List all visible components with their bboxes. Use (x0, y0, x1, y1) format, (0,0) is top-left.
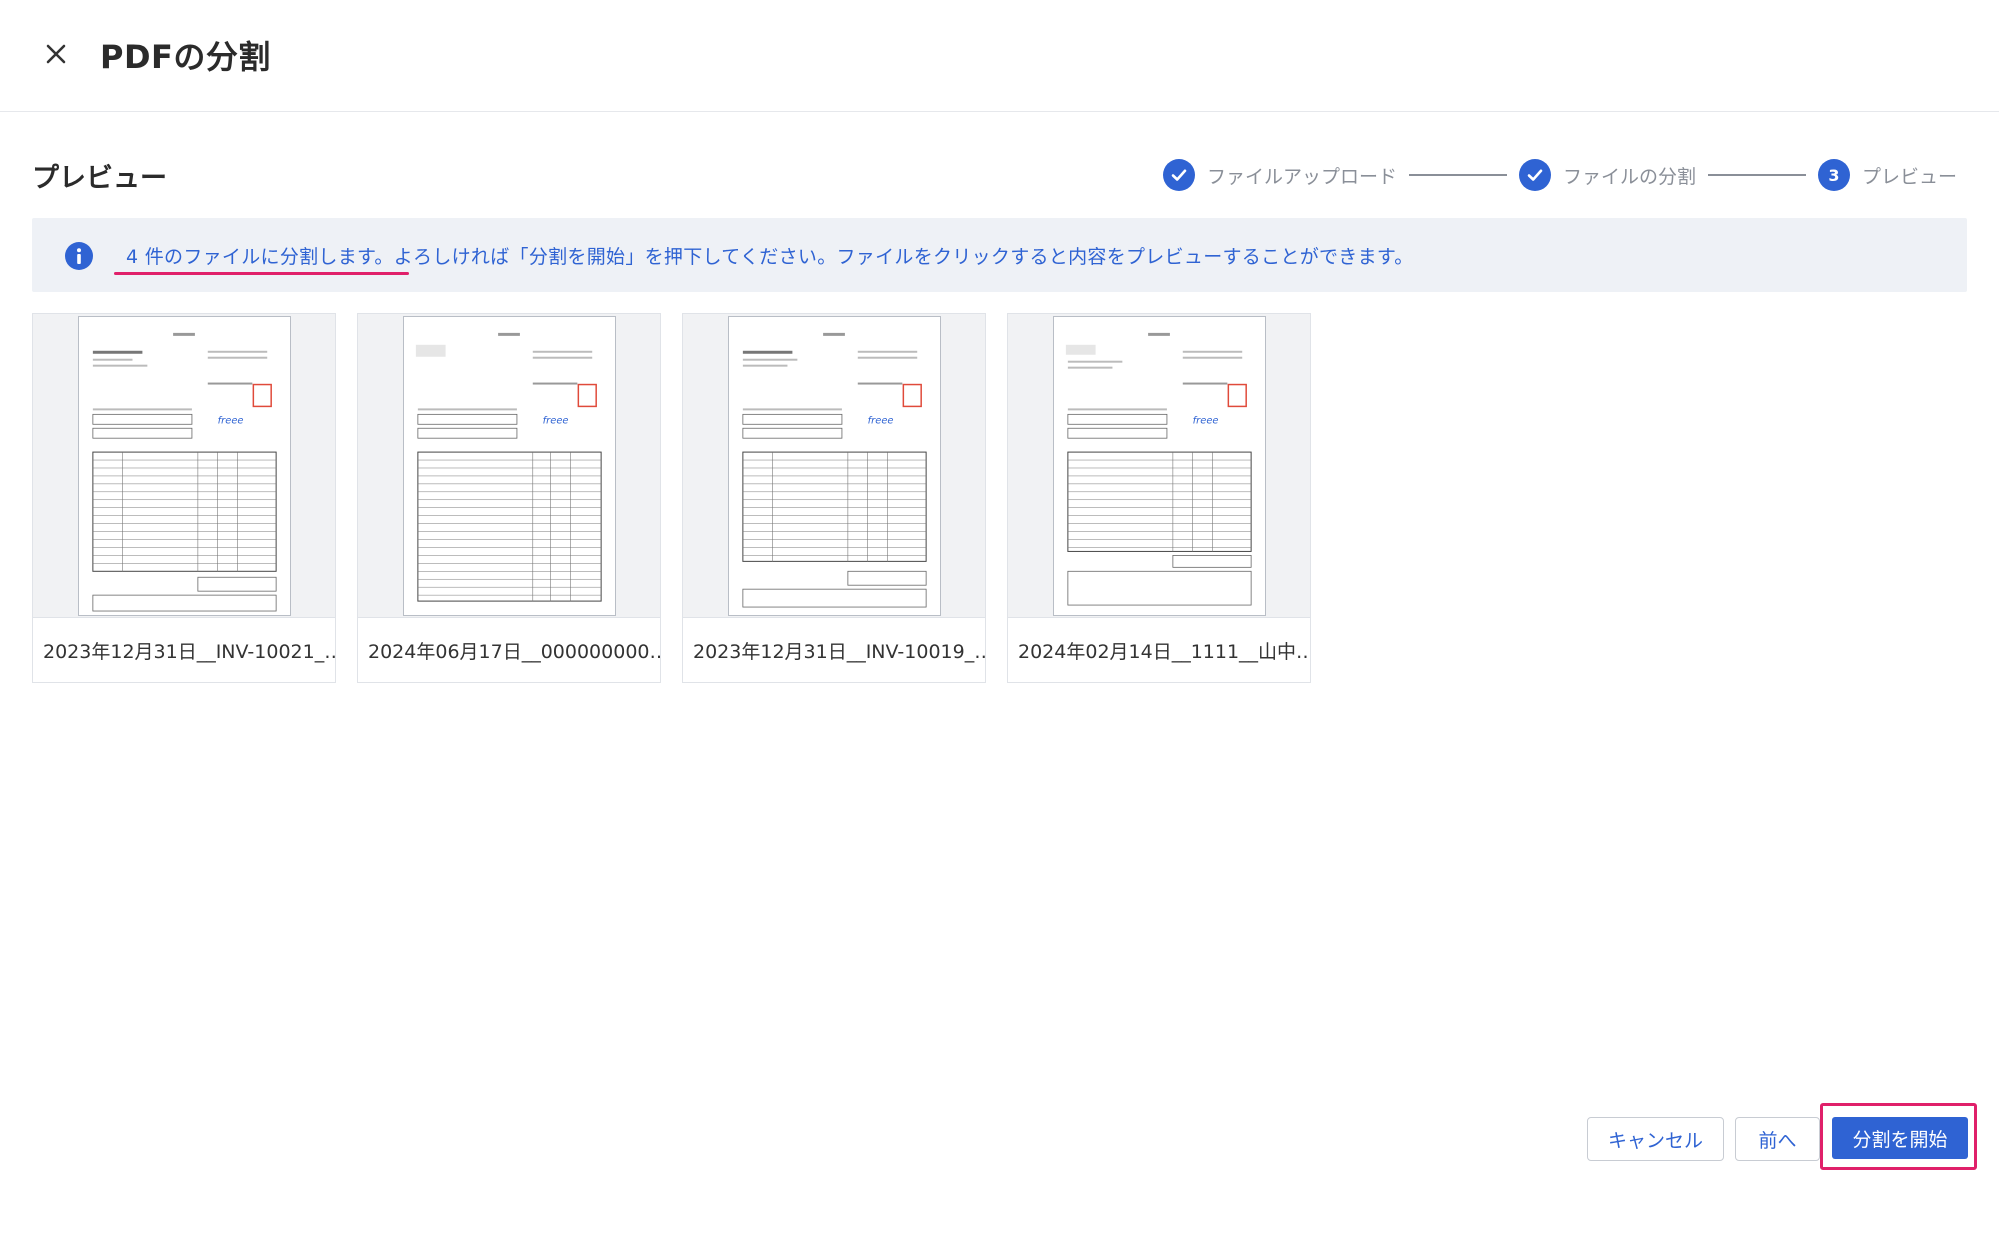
start-button-highlight: 分割を開始 (1820, 1103, 1977, 1170)
invoice-thumbnail-icon: freee (1053, 316, 1266, 616)
file-name[interactable]: 2023年12月31日__INV-10019_… (683, 618, 985, 682)
section-title: プレビュー (32, 163, 167, 194)
step-label: ファイルアップロード (1206, 165, 1397, 188)
step-label: ファイルの分割 (1562, 165, 1696, 188)
svg-text:freee: freee (1193, 415, 1219, 426)
file-thumbnail[interactable]: freee (358, 314, 660, 618)
file-card[interactable]: freee 2024年06月17日__000000000… (357, 313, 661, 683)
check-icon (1162, 159, 1195, 191)
file-thumbnail[interactable]: freee (683, 314, 985, 618)
page-title: PDFの分割 (100, 38, 271, 76)
file-card[interactable]: freee 2024年02月14日__1111__山中… (1007, 313, 1311, 683)
invoice-thumbnail-icon: freee (728, 316, 941, 616)
step-file-split: ファイルの分割 (1518, 159, 1696, 191)
info-message: 4 件のファイルに分割します。よろしければ「分割を開始」を押下してください。ファ… (126, 246, 1414, 268)
svg-text:freee: freee (218, 415, 244, 426)
cancel-button[interactable]: キャンセル (1587, 1117, 1724, 1161)
highlight-underline (114, 272, 409, 275)
invoice-thumbnail-icon: freee (78, 316, 291, 616)
step-file-upload: ファイルアップロード (1162, 159, 1397, 191)
step-connector (1707, 174, 1806, 176)
svg-text:freee: freee (868, 415, 894, 426)
file-name[interactable]: 2023年12月31日__INV-10021_… (33, 618, 335, 682)
file-name[interactable]: 2024年02月14日__1111__山中… (1008, 618, 1310, 682)
close-button[interactable] (36, 34, 76, 74)
file-cards: freee 2023年12月31日__INV-10021_… freee 202… (32, 313, 1332, 683)
file-card[interactable]: freee 2023年12月31日__INV-10021_… (32, 313, 336, 683)
file-name[interactable]: 2024年06月17日__000000000… (358, 618, 660, 682)
info-icon (65, 242, 93, 270)
header: PDFの分割 (0, 0, 1999, 112)
step-label: プレビュー (1861, 165, 1957, 188)
invoice-thumbnail-icon: freee (403, 316, 616, 616)
close-icon[interactable] (45, 43, 67, 65)
svg-text:freee: freee (543, 415, 569, 426)
file-thumbnail[interactable]: freee (1008, 314, 1310, 618)
step-preview: 3 プレビュー (1817, 159, 1957, 191)
step-number: 3 (1817, 159, 1850, 191)
info-banner: 4 件のファイルに分割します。よろしければ「分割を開始」を押下してください。ファ… (32, 218, 1967, 292)
file-thumbnail[interactable]: freee (33, 314, 335, 618)
previous-button[interactable]: 前へ (1735, 1117, 1820, 1161)
check-icon (1518, 159, 1551, 191)
start-split-button[interactable]: 分割を開始 (1832, 1117, 1968, 1159)
file-card[interactable]: freee 2023年12月31日__INV-10019_… (682, 313, 986, 683)
stepper: ファイルアップロード ファイルの分割 3 プレビュー (1162, 158, 1957, 192)
step-connector (1408, 174, 1507, 176)
